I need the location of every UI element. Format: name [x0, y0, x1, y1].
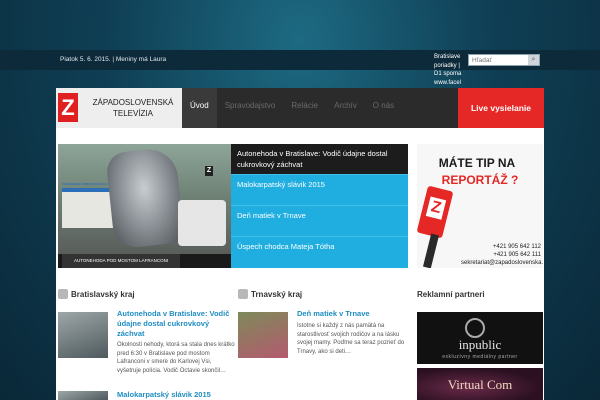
- tip-title: MÁTE TIP NA: [438, 156, 516, 170]
- microphone-handle: [423, 233, 439, 268]
- search-input[interactable]: [470, 55, 528, 65]
- date-nameday: Piatok 5. 6. 2015. | Meniny má Laura: [60, 56, 167, 63]
- news-ticker[interactable]: Bratislave poriadky | D1 spoma www.facel: [434, 50, 470, 90]
- section-title: Trnavský kraj: [251, 290, 303, 299]
- ambulance-label: ZÁCHRANNÁ ZDRAVOTNÁ SLUŽBA: [62, 182, 114, 186]
- section-partners-heading: Reklamní partneri: [417, 290, 485, 299]
- channel-badge: Z: [205, 166, 213, 176]
- main-content: ZÁCHRANNÁ ZDRAVOTNÁ SLUŽBA Z AUTONEHODA …: [56, 128, 544, 400]
- article-excerpt: Istotne si každý z nás pamätá na starost…: [297, 323, 405, 355]
- nav-item-spravodajstvo[interactable]: Spravodajstvo: [217, 88, 284, 128]
- article-thumbnail[interactable]: [238, 312, 288, 358]
- tip-subtitle: REPORTÁŽ ?: [441, 173, 519, 187]
- logo-text: ZÁPADOSLOVENSKÁ TELEVÍZIA: [84, 97, 182, 119]
- logo-line2: TELEVÍZIA: [112, 109, 153, 118]
- site-header: Z ZÁPADOSLOVENSKÁ TELEVÍZIA Úvod Spravod…: [56, 88, 544, 128]
- tip-phone: +421 905 642 112: [492, 244, 541, 250]
- site-logo[interactable]: Z ZÁPADOSLOVENSKÁ TELEVÍZIA: [56, 88, 182, 128]
- mic-logo: Z: [425, 196, 447, 220]
- search-icon: ⌕: [531, 56, 536, 63]
- ad-virtual-com[interactable]: Virtual Com: [417, 368, 543, 400]
- ad-inpublic[interactable]: inpublic exkluzívny mediálny partner: [417, 312, 543, 364]
- article-excerpt: Okolnosti nehody, ktorá sa stala dnes kr…: [117, 342, 235, 374]
- ticker-line: www.facel: [434, 79, 462, 86]
- ad-name: inpublic: [458, 337, 502, 352]
- video-caption: AUTONEHODA POD MOSTOM LAFRANCONI: [58, 254, 231, 268]
- ticker-line: Bratislave: [434, 54, 461, 60]
- hero-item[interactable]: Autonehoda v Bratislave: Vodič údajne do…: [231, 144, 408, 175]
- inpublic-logo-icon: [465, 318, 485, 338]
- search-box: ⌕: [468, 54, 540, 66]
- hero-item[interactable]: Malokarpatský slávik 2015: [231, 175, 408, 206]
- tow-truck-shape: [178, 200, 226, 246]
- section-trnava-heading: Trnavský kraj: [238, 288, 302, 302]
- live-stream-button[interactable]: Live vysielanie: [458, 88, 544, 128]
- video-caption-text: AUTONEHODA POD MOSTOM LAFRANCONI: [62, 254, 181, 268]
- search-button[interactable]: ⌕: [528, 55, 539, 65]
- section-title: Bratislavský kraj: [71, 290, 135, 299]
- hero-item[interactable]: Deň matiek v Trnave: [231, 206, 408, 237]
- logo-line1: ZÁPADOSLOVENSKÁ: [92, 98, 174, 107]
- microphone-icon: Z: [417, 185, 454, 239]
- tip-phone: +421 905 642 111: [493, 252, 541, 258]
- ticker-line: poriadky |: [434, 62, 460, 69]
- section-bratislava-heading: Bratislavský kraj: [58, 288, 135, 302]
- ad-tagline: exkluzívny mediálny partner: [442, 354, 518, 360]
- hero-headlines: Autonehoda v Bratislave: Vodič údajne do…: [231, 144, 408, 268]
- article-title[interactable]: Autonehoda v Bratislave: Vodič údajne do…: [117, 309, 235, 339]
- article-thumbnail[interactable]: [58, 312, 108, 358]
- hero-item[interactable]: Úspech chodca Mateja Tótha: [231, 237, 408, 268]
- article-thumbnail[interactable]: [58, 391, 108, 400]
- nav-item-relacie[interactable]: Relácie: [283, 88, 326, 128]
- region-crest-icon: [58, 288, 68, 299]
- article-title[interactable]: Malokarpatský slávik 2015: [117, 390, 235, 400]
- tip-contacts: +421 905 642 112 +421 905 642 111 sekret…: [461, 243, 543, 267]
- hero-image[interactable]: ZÁCHRANNÁ ZDRAVOTNÁ SLUŽBA Z AUTONEHODA …: [58, 144, 231, 268]
- nav-item-uvod[interactable]: Úvod: [182, 88, 217, 128]
- nav-item-archiv[interactable]: Archív: [326, 88, 365, 128]
- news-tip-banner[interactable]: MÁTE TIP NA REPORTÁŽ ? Z +421 905 642 11…: [417, 144, 543, 268]
- tip-email: sekretariat@zapadoslovenska.sk: [461, 260, 543, 266]
- ad-name: Virtual Com: [447, 377, 513, 392]
- article-title[interactable]: Deň matiek v Trnave: [297, 309, 409, 319]
- wrecked-car-shape: [105, 146, 185, 250]
- nav-item-o-nas[interactable]: O nás: [365, 88, 402, 128]
- logo-mark: Z: [58, 93, 78, 122]
- main-nav: Úvod Spravodajstvo Relácie Archív O nás: [182, 88, 402, 128]
- ticker-line: D1 spoma: [434, 71, 462, 77]
- region-crest-icon: [238, 288, 248, 299]
